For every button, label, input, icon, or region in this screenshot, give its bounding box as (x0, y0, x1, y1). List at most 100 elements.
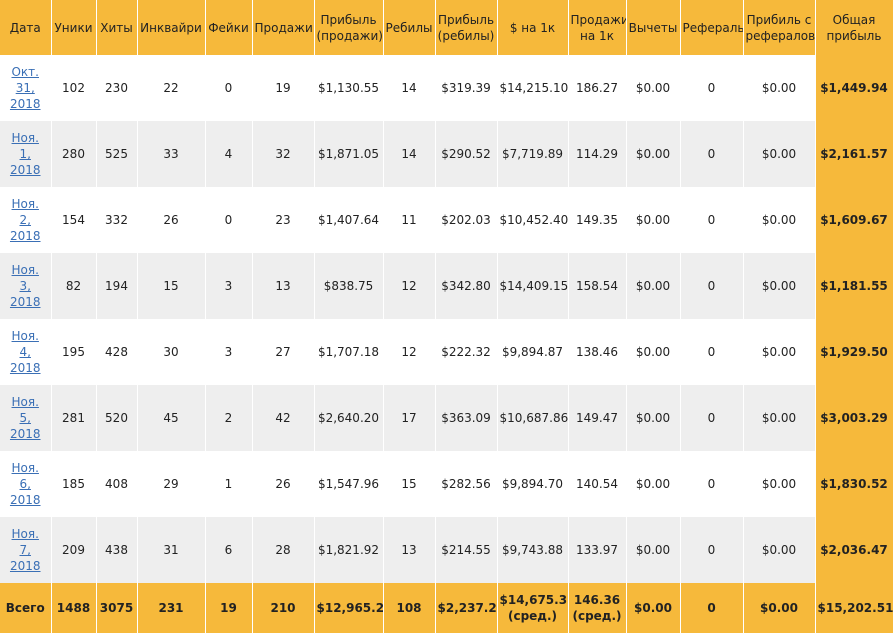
table-cell: 26 (252, 451, 315, 517)
table-cell: 230 (96, 55, 138, 121)
stats-table: Дата Уники Хиты Инквайри Фейки Продажи П… (0, 0, 893, 633)
table-cell: 140.54 (568, 451, 627, 517)
col-header-sales-profit: Прибыль (продажи) (314, 0, 384, 55)
table-row: Ноя. 1, 2018 280 525 33 4 32 $1,871.05 14 $290.52 $… (0, 121, 893, 187)
table-cell: 438 (96, 517, 138, 583)
col-header-inquiries: Инквайри (137, 0, 206, 55)
date-link[interactable]: Ноя. 7, 2018 (10, 526, 41, 574)
totals-cell: 1488 (51, 583, 97, 633)
table-cell: $0.00 (743, 121, 816, 187)
table-cell: 0 (680, 517, 744, 583)
table-cell: 3 (205, 253, 253, 319)
table-cell: 408 (96, 451, 138, 517)
table-cell: $838.75 (314, 253, 384, 319)
totals-cell: $14,675.35 (сред.) (497, 583, 569, 633)
table-cell: 1 (205, 451, 253, 517)
row-total-cell: $1,609.67 (815, 187, 893, 253)
table-cell: 0 (205, 187, 253, 253)
col-header-fakes: Фейки (205, 0, 253, 55)
table-cell: 154 (51, 187, 97, 253)
col-header-total-profit: Общая прибыль (815, 0, 893, 55)
date-link[interactable]: Ноя. 3, 2018 (10, 262, 41, 310)
row-total-cell: $1,449.94 (815, 55, 893, 121)
col-header-sales: Продажи (252, 0, 315, 55)
table-cell: 17 (383, 385, 436, 451)
col-header-referral-profit: Прибиль с рефералов (743, 0, 816, 55)
col-header-date: Дата (0, 0, 52, 55)
table-cell: 14 (383, 55, 436, 121)
table-cell: $9,743.88 (497, 517, 569, 583)
table-cell: 27 (252, 319, 315, 385)
table-cell: 31 (137, 517, 206, 583)
date-link[interactable]: Ноя. 2, 2018 (10, 196, 41, 244)
table-cell: 12 (383, 253, 436, 319)
date-cell: Ноя. 7, 2018 (0, 517, 52, 583)
table-cell: $0.00 (743, 517, 816, 583)
table-cell: $0.00 (743, 55, 816, 121)
table-cell: 30 (137, 319, 206, 385)
table-cell: $1,407.64 (314, 187, 384, 253)
table-cell: $0.00 (626, 385, 681, 451)
table-cell: 33 (137, 121, 206, 187)
table-cell: 3 (205, 319, 253, 385)
table-cell: 15 (383, 451, 436, 517)
totals-cell: $0.00 (743, 583, 816, 633)
table-cell: 12 (383, 319, 436, 385)
table-cell: 82 (51, 253, 97, 319)
table-cell: 149.35 (568, 187, 627, 253)
table-cell: $342.80 (435, 253, 498, 319)
table-cell: $0.00 (743, 253, 816, 319)
table-cell: 133.97 (568, 517, 627, 583)
table-cell: 281 (51, 385, 97, 451)
table-cell: $14,409.15 (497, 253, 569, 319)
table-cell: 280 (51, 121, 97, 187)
table-cell: 0 (205, 55, 253, 121)
table-cell: 0 (680, 385, 744, 451)
table-cell: 194 (96, 253, 138, 319)
table-cell: 22 (137, 55, 206, 121)
grand-total: $15,202.51 (815, 583, 893, 633)
table-cell: 525 (96, 121, 138, 187)
totals-cell: 19 (205, 583, 253, 633)
row-total-cell: $2,161.57 (815, 121, 893, 187)
col-header-rebill-profit: Прибыль (ребилы) (435, 0, 498, 55)
table-cell: $1,821.92 (314, 517, 384, 583)
totals-cell: $2,237.26 (435, 583, 498, 633)
table-cell: 0 (680, 187, 744, 253)
totals-cell: 108 (383, 583, 436, 633)
table-cell: $0.00 (626, 517, 681, 583)
table-row: Ноя. 5, 2018 281 520 45 2 42 $2,640.20 17 $363.09 $… (0, 385, 893, 451)
table-cell: $1,130.55 (314, 55, 384, 121)
table-cell: 185 (51, 451, 97, 517)
date-cell: Ноя. 3, 2018 (0, 253, 52, 319)
row-total-cell: $1,830.52 (815, 451, 893, 517)
table-row: Окт. 31, 2018 102 230 22 0 19 $1,130.55 14 $319.39… (0, 55, 893, 121)
totals-cell: $0.00 (626, 583, 681, 633)
date-link[interactable]: Ноя. 5, 2018 (10, 394, 41, 442)
totals-label: Всего (0, 583, 52, 633)
table-row: Ноя. 4, 2018 195 428 30 3 27 $1,707.18 12 $222.32 $… (0, 319, 893, 385)
table-cell: 209 (51, 517, 97, 583)
date-cell: Ноя. 5, 2018 (0, 385, 52, 451)
table-cell: $363.09 (435, 385, 498, 451)
table-cell: 158.54 (568, 253, 627, 319)
date-link[interactable]: Ноя. 4, 2018 (10, 328, 41, 376)
table-cell: $0.00 (743, 319, 816, 385)
date-link[interactable]: Окт. 31, 2018 (10, 64, 41, 112)
totals-row: Всего 1488 3075 231 19 210 $12,965.25 10… (0, 583, 893, 633)
table-cell: 332 (96, 187, 138, 253)
table-cell: 428 (96, 319, 138, 385)
totals-cell: 0 (680, 583, 744, 633)
table-cell: 26 (137, 187, 206, 253)
date-link[interactable]: Ноя. 1, 2018 (10, 130, 41, 178)
table-cell: 520 (96, 385, 138, 451)
table-cell: $0.00 (626, 121, 681, 187)
table-cell: 29 (137, 451, 206, 517)
table-cell: 114.29 (568, 121, 627, 187)
col-header-referrals: Рефералы (680, 0, 744, 55)
table-cell: 45 (137, 385, 206, 451)
table-cell: 42 (252, 385, 315, 451)
date-link[interactable]: Ноя. 6, 2018 (10, 460, 41, 508)
table-cell: 14 (383, 121, 436, 187)
table-cell: $222.32 (435, 319, 498, 385)
